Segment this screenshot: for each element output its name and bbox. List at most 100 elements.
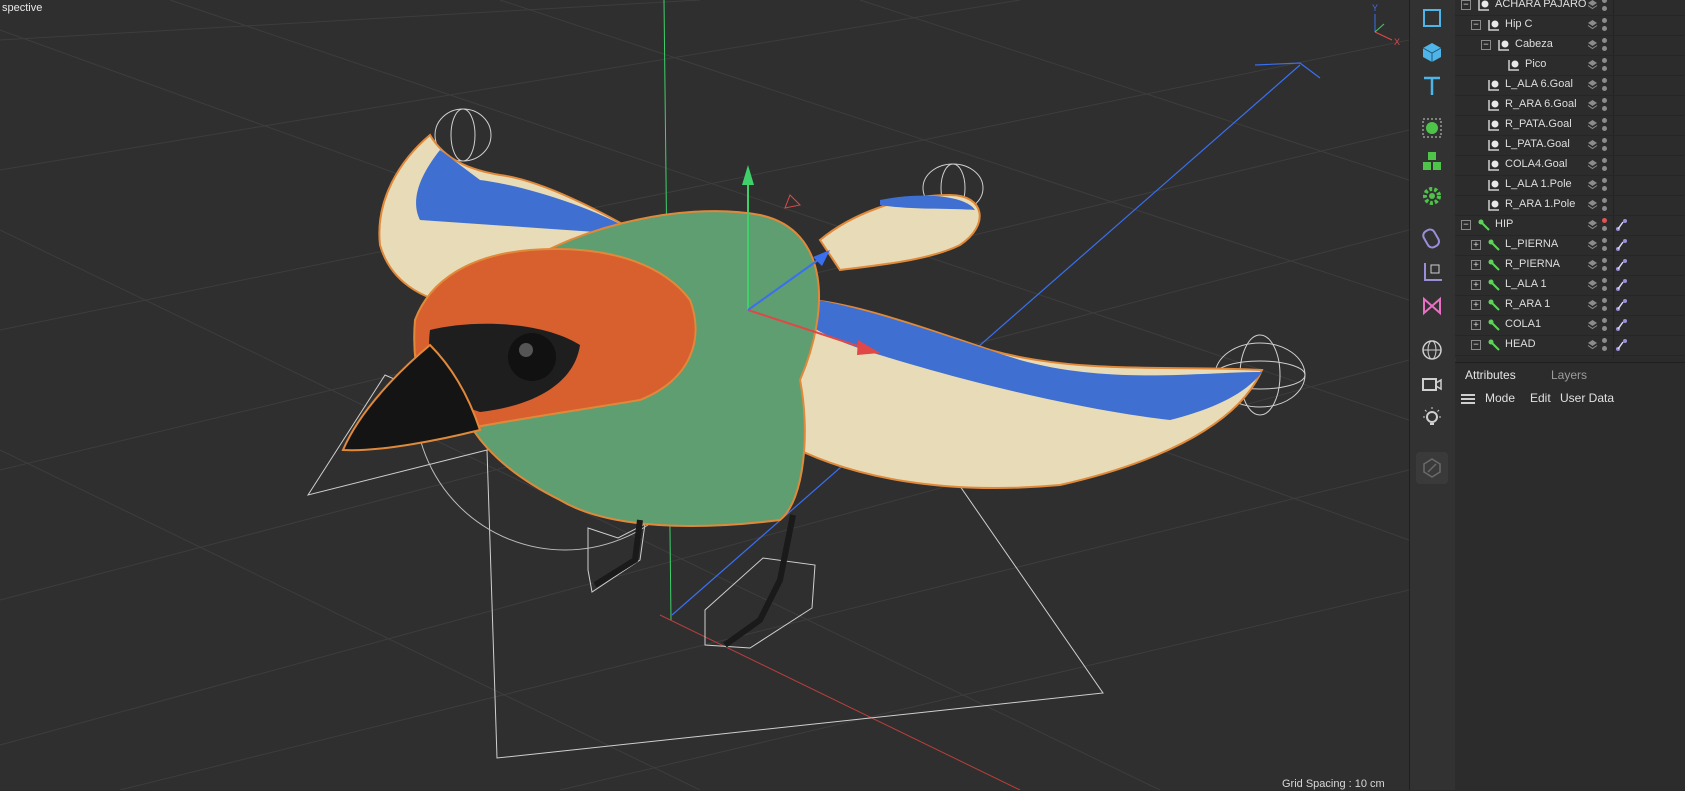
viewport-camera-label[interactable]: spective [2, 2, 42, 14]
ik-tag-icon[interactable] [1615, 218, 1629, 232]
ik-tag-icon[interactable] [1615, 278, 1629, 292]
camera-icon[interactable] [1416, 368, 1448, 400]
object-row[interactable]: L_PATA.Goal [1455, 135, 1685, 156]
object-row[interactable]: + L_PIERNA [1455, 235, 1685, 256]
visibility-dots[interactable] [1602, 198, 1608, 212]
expand-toggle[interactable]: + [1471, 320, 1481, 330]
layer-icon[interactable] [1587, 0, 1598, 10]
object-name[interactable]: L_PATA.Goal [1505, 138, 1570, 150]
object-name[interactable]: R_ARA 6.Goal [1505, 98, 1577, 110]
object-name[interactable]: L_ALA 6.Goal [1505, 78, 1573, 90]
object-name[interactable]: Hip C [1505, 18, 1533, 30]
layer-icon[interactable] [1587, 19, 1598, 30]
visibility-dots[interactable] [1602, 98, 1608, 112]
cube-outline-icon[interactable] [1416, 2, 1448, 34]
object-name[interactable]: L_ALA 1 [1505, 278, 1547, 290]
object-row[interactable]: − Hip C [1455, 15, 1685, 36]
collapse-toggle[interactable]: − [1471, 340, 1481, 350]
object-row[interactable]: COLA4.Goal [1455, 155, 1685, 176]
layer-icon[interactable] [1587, 279, 1598, 290]
menu-mode[interactable]: Mode [1485, 391, 1515, 405]
object-name[interactable]: ACHARA PAJARO [1495, 0, 1587, 10]
collapse-toggle[interactable]: − [1481, 40, 1491, 50]
object-row[interactable]: + R_ARA 1 [1455, 295, 1685, 316]
visibility-dots[interactable] [1602, 298, 1608, 312]
layer-icon[interactable] [1587, 259, 1598, 270]
collapse-toggle[interactable]: − [1471, 20, 1481, 30]
tag-icon[interactable] [1416, 222, 1448, 254]
object-row[interactable]: R_ARA 6.Goal [1455, 95, 1685, 116]
visibility-dots[interactable] [1602, 18, 1608, 32]
mograph-icon[interactable] [1416, 290, 1448, 322]
object-name[interactable]: Pico [1525, 58, 1546, 70]
deformer-object-icon[interactable] [1416, 112, 1448, 144]
visibility-dots[interactable] [1602, 238, 1608, 252]
object-row[interactable]: − ACHARA PAJARO [1455, 0, 1685, 16]
collapse-toggle[interactable]: − [1461, 0, 1471, 10]
visibility-dots[interactable] [1602, 0, 1608, 12]
3d-viewport[interactable]: Y X spective Grid Spacing : 10 cm [0, 0, 1409, 790]
layer-icon[interactable] [1587, 139, 1598, 150]
object-name[interactable]: COLA4.Goal [1505, 158, 1567, 170]
object-row[interactable]: − HEAD [1455, 335, 1685, 356]
visibility-dots[interactable] [1602, 338, 1608, 352]
object-row[interactable]: − HIP [1455, 215, 1685, 236]
layer-icon[interactable] [1587, 119, 1598, 130]
expand-toggle[interactable]: + [1471, 260, 1481, 270]
object-row[interactable]: + R_PIERNA [1455, 255, 1685, 276]
ik-tag-icon[interactable] [1615, 298, 1629, 312]
layer-icon[interactable] [1587, 299, 1598, 310]
visibility-dots[interactable] [1602, 258, 1608, 272]
visibility-dots[interactable] [1602, 118, 1608, 132]
object-name[interactable]: R_ARA 1.Pole [1505, 198, 1575, 210]
object-name[interactable]: Cabeza [1515, 38, 1553, 50]
visibility-dots[interactable] [1602, 178, 1608, 192]
gear-icon[interactable] [1416, 180, 1448, 212]
object-row[interactable]: − Cabeza [1455, 35, 1685, 56]
object-row[interactable]: R_ARA 1.Pole [1455, 195, 1685, 216]
layer-icon[interactable] [1587, 99, 1598, 110]
object-name[interactable]: COLA1 [1505, 318, 1541, 330]
visibility-dots[interactable] [1602, 318, 1608, 332]
visibility-dots[interactable] [1602, 58, 1608, 72]
object-name[interactable]: R_ARA 1 [1505, 298, 1550, 310]
globe-icon[interactable] [1416, 334, 1448, 366]
ik-tag-icon[interactable] [1615, 318, 1629, 332]
object-row[interactable]: +PICO1 [1455, 355, 1685, 358]
object-row[interactable]: L_ALA 1.Pole [1455, 175, 1685, 196]
layer-icon[interactable] [1587, 179, 1598, 190]
visibility-dots[interactable] [1602, 218, 1608, 232]
layer-icon[interactable] [1587, 159, 1598, 170]
menu-edit[interactable]: Edit [1530, 391, 1551, 405]
object-name[interactable]: R_PIERNA [1505, 258, 1560, 270]
object-row[interactable]: Pico [1455, 55, 1685, 76]
layer-icon[interactable] [1587, 39, 1598, 50]
object-name[interactable]: HEAD [1505, 338, 1536, 350]
light-bulb-icon[interactable] [1416, 402, 1448, 434]
ik-tag-icon[interactable] [1615, 238, 1629, 252]
object-row[interactable]: L_ALA 6.Goal [1455, 75, 1685, 96]
cube-solid-icon[interactable] [1416, 36, 1448, 68]
layer-icon[interactable] [1587, 199, 1598, 210]
layer-icon[interactable] [1587, 79, 1598, 90]
expand-toggle[interactable]: + [1471, 240, 1481, 250]
expand-toggle[interactable]: + [1471, 300, 1481, 310]
text-icon[interactable] [1416, 70, 1448, 102]
object-row[interactable]: + COLA1 [1455, 315, 1685, 336]
visibility-dots[interactable] [1602, 158, 1608, 172]
object-name[interactable]: HIP [1495, 218, 1513, 230]
object-row[interactable]: + L_ALA 1 [1455, 275, 1685, 296]
pen-disabled-icon[interactable] [1416, 452, 1448, 484]
tab-attributes[interactable]: Attributes [1465, 368, 1516, 382]
layer-icon[interactable] [1587, 239, 1598, 250]
object-name[interactable]: L_ALA 1.Pole [1505, 178, 1572, 190]
menu-icon[interactable] [1461, 394, 1475, 404]
menu-user-data[interactable]: User Data [1560, 391, 1614, 405]
object-name[interactable]: R_PATA.Goal [1505, 118, 1572, 130]
visibility-dots[interactable] [1602, 78, 1608, 92]
tab-layers[interactable]: Layers [1551, 368, 1587, 382]
object-name[interactable]: L_PIERNA [1505, 238, 1558, 250]
coordinate-axis-icon[interactable] [1416, 256, 1448, 288]
generator-cubes-icon[interactable] [1416, 146, 1448, 178]
collapse-toggle[interactable]: − [1461, 220, 1471, 230]
